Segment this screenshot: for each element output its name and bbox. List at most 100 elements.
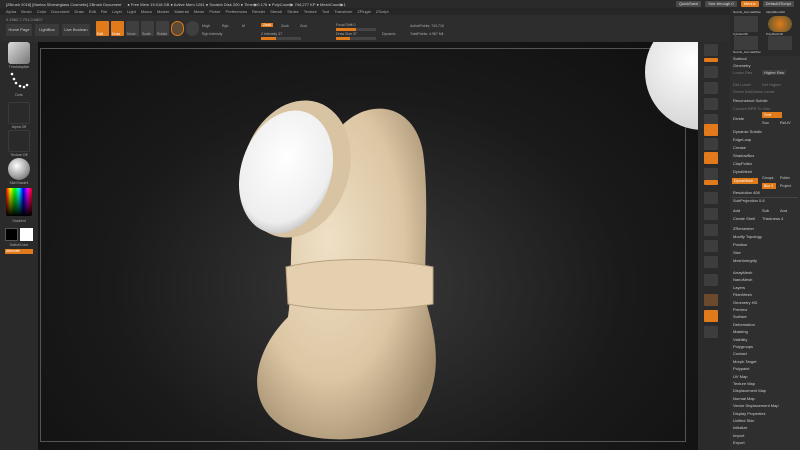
tool-thumb-3[interactable] — [734, 36, 758, 50]
line-fill-button[interactable] — [704, 256, 718, 268]
texture-thumbnail[interactable] — [8, 130, 30, 152]
color-picker[interactable] — [6, 188, 32, 216]
quicksave-button[interactable]: QuickSave — [675, 1, 702, 7]
lower-res-button[interactable]: Lower Res — [733, 70, 752, 75]
tool-thumb-2[interactable] — [768, 16, 792, 32]
section-surface[interactable]: Surface — [733, 314, 747, 319]
del-higher-button[interactable]: Del Higher — [762, 82, 781, 87]
menu-document[interactable]: Document — [51, 9, 69, 14]
scroll-button[interactable] — [704, 66, 718, 78]
and-button[interactable]: And — [780, 208, 787, 213]
section-geometry-hd[interactable]: Geometry HD — [733, 300, 757, 305]
rotate-view-button[interactable] — [704, 240, 718, 252]
divide-button[interactable]: Divide — [733, 116, 744, 121]
shadowbox-section[interactable]: ShadowBox — [733, 153, 754, 158]
menus-button[interactable]: Menus — [740, 1, 759, 7]
menu-texture[interactable]: Texture — [304, 9, 317, 14]
add-button[interactable]: Add — [733, 208, 740, 213]
convert-bpr-button[interactable]: Convert BPR To Geo — [733, 106, 770, 111]
gyro-icon[interactable] — [186, 21, 199, 36]
section-display-properties[interactable]: Display Properties — [733, 411, 765, 416]
menu-macro[interactable]: Macro — [141, 9, 152, 14]
sub-button[interactable]: Sub — [762, 208, 769, 213]
menu-brush[interactable]: Brush — [21, 9, 31, 14]
frame-button[interactable] — [704, 192, 718, 204]
section-export[interactable]: Export — [733, 440, 745, 445]
home-page-button[interactable]: Home Page — [6, 24, 32, 36]
stroke-thumbnail[interactable] — [8, 70, 30, 92]
project-toggle[interactable]: Project — [780, 184, 791, 188]
tool-thumb-1[interactable] — [734, 16, 758, 32]
rgb-intensity-slider[interactable]: Rgb Intensity — [202, 32, 222, 36]
modify-topology-section[interactable]: Modify Topology — [733, 234, 762, 239]
zadd-button[interactable]: Zadd — [261, 23, 273, 27]
section-displacement-map[interactable]: Displacement Map — [733, 388, 766, 393]
menu-marker[interactable]: Marker — [157, 9, 169, 14]
edgeloop-section[interactable]: EdgeLoop — [733, 137, 751, 142]
menu-stencil[interactable]: Stencil — [270, 9, 282, 14]
section-polypaint[interactable]: Polypaint — [733, 366, 749, 371]
primary-color-swatch[interactable] — [5, 228, 18, 241]
freeze-subdiv-button[interactable]: Freeze SubDivision Levels — [733, 90, 774, 94]
claypolish-section[interactable]: ClayPolish — [733, 161, 752, 166]
menu-tool[interactable]: Tool — [322, 9, 329, 14]
move-view-button[interactable] — [704, 208, 718, 220]
persp-button[interactable] — [704, 124, 718, 136]
tool-thumb-4[interactable] — [768, 36, 792, 50]
zcut-button[interactable]: Zcut — [300, 24, 307, 28]
menu-stroke[interactable]: Stroke — [287, 9, 299, 14]
lightbox-button[interactable]: LightBox — [35, 24, 59, 36]
focal-shift-track[interactable] — [336, 28, 376, 31]
menu-preferences[interactable]: Preferences — [226, 9, 248, 14]
see-through-slider[interactable]: See-through 0 — [705, 1, 737, 7]
menu-transform[interactable]: Transform — [334, 9, 352, 14]
menu-zscript[interactable]: ZScript — [376, 9, 389, 14]
alternate-button[interactable]: Alternate — [5, 249, 33, 254]
section-fibermesh[interactable]: FiberMesh — [733, 292, 752, 297]
dynamic-subdiv-section[interactable]: Dynamic Subdiv — [733, 129, 762, 134]
transp-button[interactable] — [704, 294, 718, 306]
switch-color-button[interactable]: SwitchColor — [0, 243, 38, 247]
section-vector-displacement-map[interactable]: Vector Displacement Map — [733, 403, 779, 408]
menu-movie[interactable]: Movie — [194, 9, 205, 14]
solo-button[interactable] — [704, 310, 718, 322]
xpose-button[interactable] — [704, 326, 718, 338]
bpr-button[interactable] — [704, 44, 718, 56]
higher-res-button[interactable]: Higher Res — [762, 70, 787, 75]
menu-light[interactable]: Light — [127, 9, 136, 14]
geometry-section[interactable]: Geometry — [733, 63, 751, 68]
resolution-slider[interactable]: Resolution 408 — [733, 190, 760, 195]
menu-draw[interactable]: Draw — [74, 9, 83, 14]
section-masking[interactable]: Masking — [733, 329, 748, 334]
local-button[interactable] — [704, 152, 718, 164]
section-initialize[interactable]: Initialize — [733, 425, 747, 430]
section-preview[interactable]: Preview — [733, 307, 747, 312]
section-layers[interactable]: Layers — [733, 285, 745, 290]
section-visibility[interactable]: Visibility — [733, 337, 747, 342]
section-nanomesh[interactable]: NanoMesh — [733, 277, 752, 282]
sphere-material-icon[interactable] — [171, 21, 184, 36]
spix-slider[interactable] — [704, 58, 718, 62]
default-zscript-button[interactable]: DefaultZScript — [762, 1, 794, 7]
reconstruct-subdiv-button[interactable]: Reconstruct Subdiv — [733, 98, 768, 103]
size-section[interactable]: Size — [733, 250, 741, 255]
reuv-toggle[interactable]: ReUV — [780, 120, 791, 125]
zoom3d-button[interactable] — [704, 224, 718, 236]
z-intensity-track[interactable] — [261, 37, 301, 40]
zremesher-section[interactable]: ZRemesher — [733, 226, 754, 231]
section-unified-skin[interactable]: Unified Skin — [733, 418, 754, 423]
menu-zplugin[interactable]: ZPlugin — [357, 9, 371, 14]
zoom-button[interactable] — [704, 82, 718, 94]
z-intensity-slider[interactable]: Z Intensity 37 — [261, 32, 282, 36]
menu-render[interactable]: Render — [252, 9, 265, 14]
blur-slider[interactable]: Blur 2 — [762, 183, 776, 189]
rgb-button[interactable]: Rgb — [222, 24, 228, 28]
menu-layer[interactable]: Layer — [112, 9, 122, 14]
menu-picker[interactable]: Picker — [209, 9, 220, 14]
section-contact[interactable]: Contact — [733, 351, 747, 356]
crease-section[interactable]: Crease — [733, 145, 746, 150]
subprojection-slider[interactable]: SubProjection 0.6 — [733, 198, 765, 203]
lsym-button[interactable] — [704, 168, 718, 180]
section-morph-target[interactable]: Morph Target — [733, 359, 757, 364]
polish-toggle[interactable]: Polish — [780, 176, 790, 180]
